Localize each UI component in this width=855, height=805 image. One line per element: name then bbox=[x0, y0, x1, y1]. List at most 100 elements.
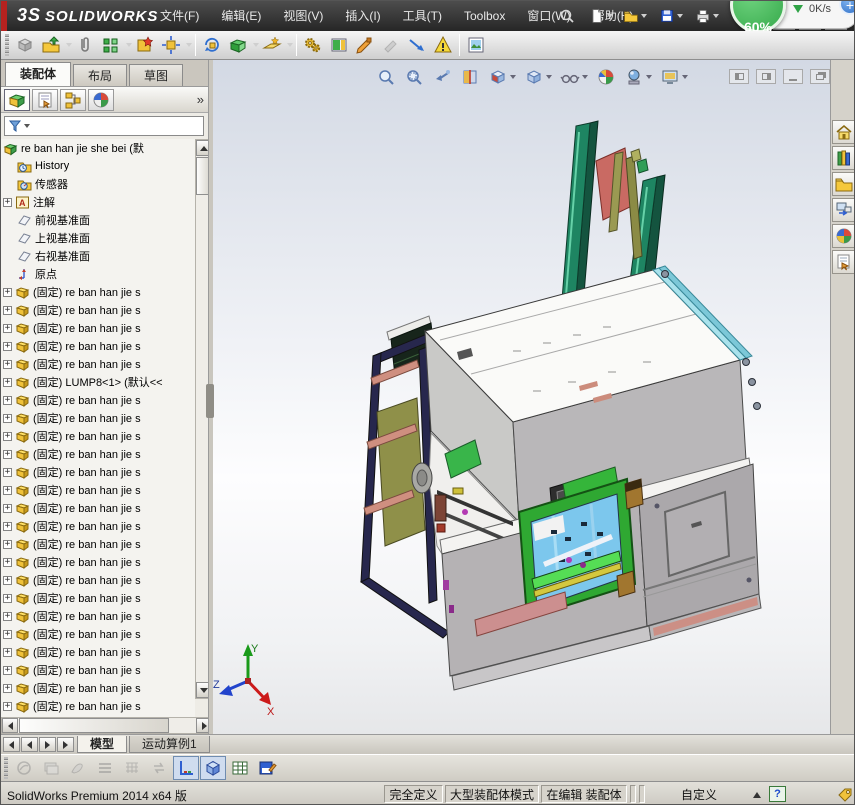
tree-component-row[interactable]: + (固定) re ban han jie s bbox=[1, 661, 195, 679]
expand-icon[interactable]: + bbox=[3, 341, 12, 351]
ink-icon[interactable] bbox=[65, 756, 91, 780]
hide-show-items-icon[interactable] bbox=[557, 65, 591, 89]
filter-dropdown[interactable] bbox=[24, 124, 30, 128]
prev-tab-icon[interactable] bbox=[21, 737, 38, 752]
swap-icon[interactable] bbox=[146, 756, 172, 780]
simulation-gears-icon[interactable] bbox=[300, 33, 326, 58]
menu-item[interactable]: 工具(T) bbox=[392, 1, 453, 31]
tree-component-row[interactable]: + (固定) re ban han jie s bbox=[1, 445, 195, 463]
expand-icon[interactable]: + bbox=[3, 323, 12, 333]
quick-tips-icon[interactable]: ? bbox=[769, 786, 786, 802]
file-explorer-icon[interactable] bbox=[831, 172, 854, 196]
tab-motion-study[interactable]: 运动算例1 bbox=[129, 736, 210, 753]
last-tab-icon[interactable] bbox=[57, 737, 74, 752]
tree-component-row[interactable]: + (固定) re ban han jie s bbox=[1, 499, 195, 517]
edit-component-icon[interactable] bbox=[352, 33, 378, 58]
expand-icon[interactable]: + bbox=[3, 431, 12, 441]
reference-geometry-dropdown[interactable] bbox=[287, 43, 293, 47]
layers-icon[interactable] bbox=[38, 756, 64, 780]
tree-row-front-plane[interactable]: 前视基准面 bbox=[1, 211, 195, 229]
tree-component-row[interactable]: + (固定) re ban han jie s bbox=[1, 391, 195, 409]
tree-component-row[interactable]: + (固定) re ban han jie s bbox=[1, 697, 195, 715]
first-tab-icon[interactable] bbox=[3, 737, 20, 752]
tab-assembly[interactable]: 装配体 bbox=[5, 62, 72, 86]
no-external-references-icon[interactable] bbox=[378, 33, 404, 58]
scroll-left-icon[interactable] bbox=[2, 718, 18, 733]
tree-component-row[interactable]: + (固定) re ban han jie s bbox=[1, 607, 195, 625]
tree-filter-input[interactable] bbox=[4, 116, 204, 136]
tree-component-row[interactable]: + (固定) LUMP8<1> (默认<< bbox=[1, 373, 195, 391]
expand-icon[interactable]: + bbox=[3, 683, 12, 693]
design-library-icon[interactable] bbox=[831, 146, 854, 170]
next-tab-icon[interactable] bbox=[39, 737, 56, 752]
menu-item[interactable]: 插入(I) bbox=[334, 1, 391, 31]
doc-restore-icon[interactable] bbox=[810, 69, 830, 84]
expand-icon[interactable]: + bbox=[3, 467, 12, 477]
tree-component-row[interactable]: + (固定) re ban han jie s bbox=[1, 301, 195, 319]
smart-fasteners-icon[interactable] bbox=[132, 33, 158, 58]
graphics-viewport[interactable]: Y Z X bbox=[213, 60, 830, 734]
pane-right-icon[interactable] bbox=[756, 69, 776, 84]
toolbar-grip[interactable] bbox=[4, 757, 8, 779]
tree-component-row[interactable]: + (固定) re ban han jie s bbox=[1, 679, 195, 697]
tree-row-right-plane[interactable]: 右视基准面 bbox=[1, 247, 195, 265]
tree-component-row[interactable]: + (固定) re ban han jie s bbox=[1, 427, 195, 445]
expand-icon[interactable]: + bbox=[3, 629, 12, 639]
tree-component-row[interactable]: + (固定) re ban han jie s bbox=[1, 409, 195, 427]
panel-overflow-chevron[interactable]: » bbox=[197, 92, 204, 107]
tree-component-row[interactable]: + (固定) re ban han jie s bbox=[1, 481, 195, 499]
expand-icon[interactable]: + bbox=[3, 665, 12, 675]
exploded-view-icon[interactable] bbox=[326, 33, 352, 58]
print-icon[interactable] bbox=[695, 4, 719, 28]
expand-icon[interactable]: + bbox=[3, 395, 12, 405]
tree-component-row[interactable]: + (固定) re ban han jie s bbox=[1, 643, 195, 661]
section-view-icon[interactable] bbox=[457, 65, 483, 89]
tab-model[interactable]: 模型 bbox=[77, 736, 128, 753]
menu-item[interactable]: 编辑(E) bbox=[210, 1, 272, 31]
list-icon[interactable] bbox=[92, 756, 118, 780]
toolbar-grip[interactable] bbox=[5, 34, 9, 56]
expand-icon[interactable]: + bbox=[3, 197, 12, 207]
tab-layout[interactable]: 布局 bbox=[73, 64, 128, 86]
expand-icon[interactable]: + bbox=[3, 701, 12, 711]
feature-manager-tab-icon[interactable] bbox=[4, 88, 30, 111]
custom-toolbar-arrow[interactable] bbox=[753, 792, 761, 798]
view-3d-icon[interactable] bbox=[200, 756, 226, 780]
move-component-dropdown[interactable] bbox=[186, 43, 192, 47]
mate-icon[interactable] bbox=[72, 33, 98, 58]
display-style-icon[interactable] bbox=[521, 65, 555, 89]
move-component-icon[interactable] bbox=[158, 33, 184, 58]
open-assembly-icon[interactable] bbox=[38, 33, 64, 58]
zoom-to-area-icon[interactable] bbox=[401, 65, 427, 89]
property-manager-tab-icon[interactable] bbox=[32, 88, 58, 111]
expand-icon[interactable]: + bbox=[3, 611, 12, 621]
scroll-thumb[interactable] bbox=[19, 718, 169, 733]
expand-icon[interactable]: + bbox=[3, 359, 12, 369]
view-orientation-icon[interactable] bbox=[485, 65, 519, 89]
expand-icon[interactable]: + bbox=[3, 557, 12, 567]
reference-geometry-icon[interactable] bbox=[259, 33, 285, 58]
expand-icon[interactable]: + bbox=[3, 413, 12, 423]
measure-icon[interactable] bbox=[404, 33, 430, 58]
apply-scene-icon[interactable] bbox=[621, 65, 655, 89]
expand-icon[interactable]: + bbox=[3, 305, 12, 315]
tree-component-row[interactable]: + (固定) re ban han jie s bbox=[1, 625, 195, 643]
expand-icon[interactable]: + bbox=[3, 521, 12, 531]
expand-icon[interactable]: + bbox=[3, 575, 12, 585]
panel-splitter-handle[interactable] bbox=[206, 384, 214, 418]
tree-component-row[interactable]: + (固定) re ban han jie s bbox=[1, 283, 195, 301]
tree-row-sensors[interactable]: 传感器 bbox=[1, 175, 195, 193]
view-palette-icon[interactable] bbox=[831, 198, 854, 222]
tree-row-history[interactable]: History bbox=[1, 157, 195, 175]
menu-item[interactable]: 文件(F) bbox=[149, 1, 210, 31]
interference-detection-icon[interactable] bbox=[430, 33, 456, 58]
rotate-component-icon[interactable] bbox=[199, 33, 225, 58]
tree-component-row[interactable]: + (固定) re ban han jie s bbox=[1, 463, 195, 481]
tree-horizontal-scrollbar[interactable] bbox=[1, 717, 212, 734]
save-icon[interactable] bbox=[659, 4, 683, 28]
tag-icon[interactable] bbox=[837, 787, 853, 803]
tree-component-row[interactable]: + (固定) re ban han jie s bbox=[1, 553, 195, 571]
solidworks-resources-icon[interactable] bbox=[831, 120, 854, 144]
tree-row-annotations[interactable]: + A 注解 bbox=[1, 193, 195, 211]
expand-icon[interactable]: + bbox=[3, 377, 12, 387]
